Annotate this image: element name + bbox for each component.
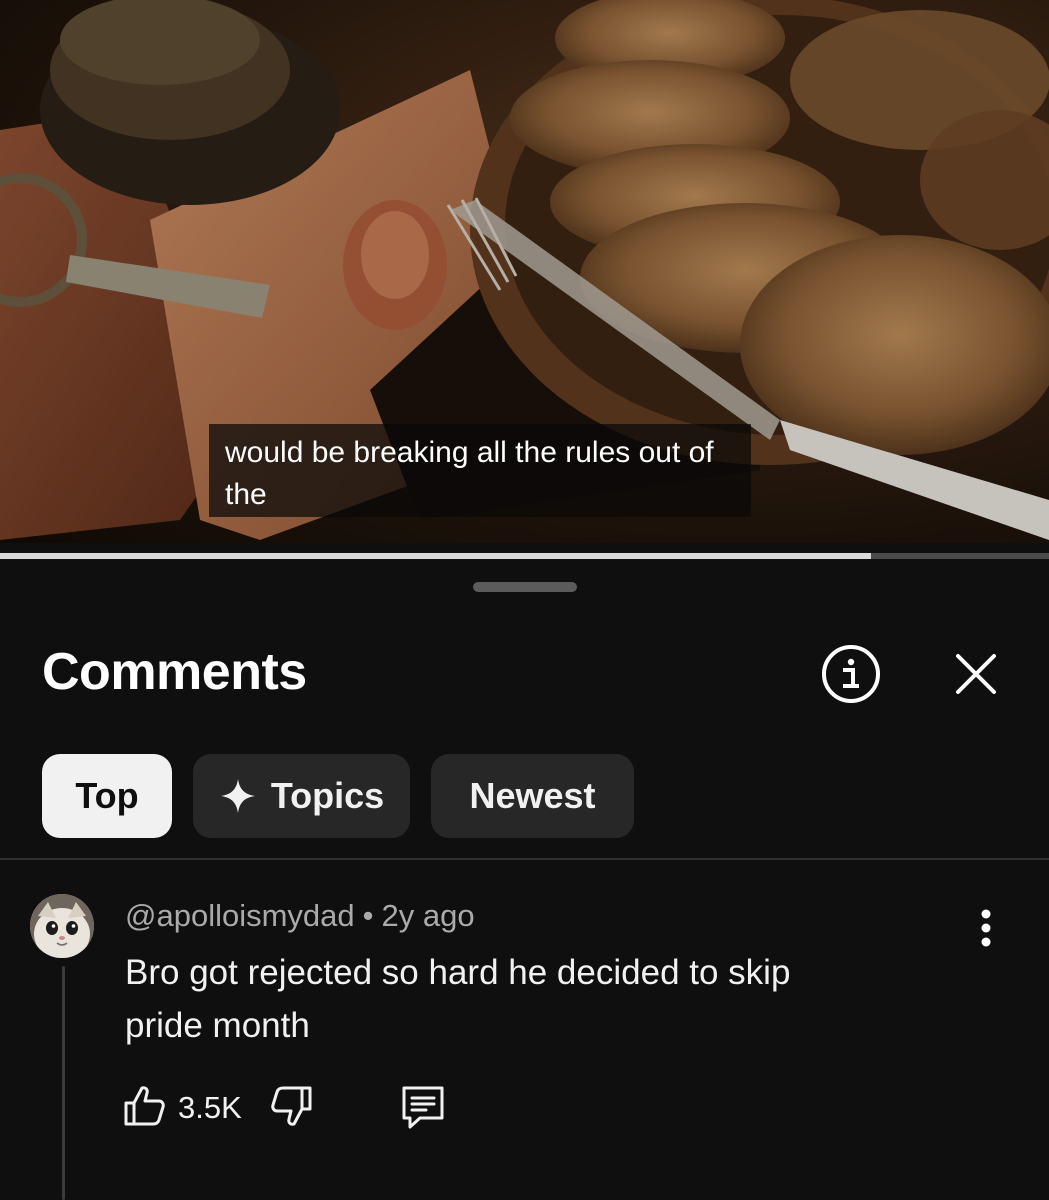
like-count: 3.5K xyxy=(178,1090,242,1125)
close-icon xyxy=(956,654,996,694)
info-circle-icon xyxy=(822,645,880,703)
meta-separator: • xyxy=(362,898,374,933)
comment-author[interactable]: @apolloismydad xyxy=(125,898,355,933)
comment-text-line: pride month xyxy=(125,1006,310,1045)
reply-button[interactable] xyxy=(398,1082,448,1132)
like-button[interactable] xyxy=(120,1082,168,1130)
sparkle-icon xyxy=(220,778,255,814)
reply-thread-line xyxy=(62,966,65,1200)
sheet-drag-handle[interactable] xyxy=(473,582,577,592)
filter-chip-top[interactable]: Top xyxy=(42,754,172,838)
filter-chip-topics[interactable]: Topics xyxy=(193,754,410,838)
video-progress-bar[interactable] xyxy=(0,553,1049,559)
caption-line-1: would be breaking all the rules out of xyxy=(225,436,714,469)
comment-text: Bro got rejected so hard he decided to s… xyxy=(125,946,925,1052)
filter-chip-label: Top xyxy=(75,775,139,816)
video-player[interactable]: would be breaking all the rules out of t… xyxy=(0,0,1049,543)
divider xyxy=(0,858,1049,860)
more-vertical-icon xyxy=(981,909,991,947)
comment-more-button[interactable] xyxy=(960,902,1012,954)
video-captions: would be breaking all the rules out of t… xyxy=(209,424,751,517)
caption-line-2: the xyxy=(225,478,267,511)
dislike-button[interactable] xyxy=(268,1082,316,1130)
thumbs-down-icon xyxy=(271,1086,312,1126)
filter-chip-newest[interactable]: Newest xyxy=(431,754,634,838)
reply-icon xyxy=(402,1086,444,1129)
thumbs-up-icon xyxy=(124,1086,165,1126)
close-button[interactable] xyxy=(940,638,1012,710)
comment-meta: @apolloismydad • 2y ago xyxy=(125,898,475,934)
comment-text-line: Bro got rejected so hard he decided to s… xyxy=(125,953,791,992)
comments-sheet: Comments Top Topics Newest @apolloismyda… xyxy=(0,562,1049,1200)
info-button[interactable] xyxy=(815,638,887,710)
cat-avatar-image xyxy=(30,894,94,958)
filter-chip-label: Newest xyxy=(469,775,596,816)
video-progress-fill xyxy=(0,553,871,559)
avatar[interactable] xyxy=(30,894,94,958)
filter-chip-label: Topics xyxy=(270,775,385,816)
comments-title: Comments xyxy=(42,643,307,701)
comment-timestamp: 2y ago xyxy=(381,898,475,933)
